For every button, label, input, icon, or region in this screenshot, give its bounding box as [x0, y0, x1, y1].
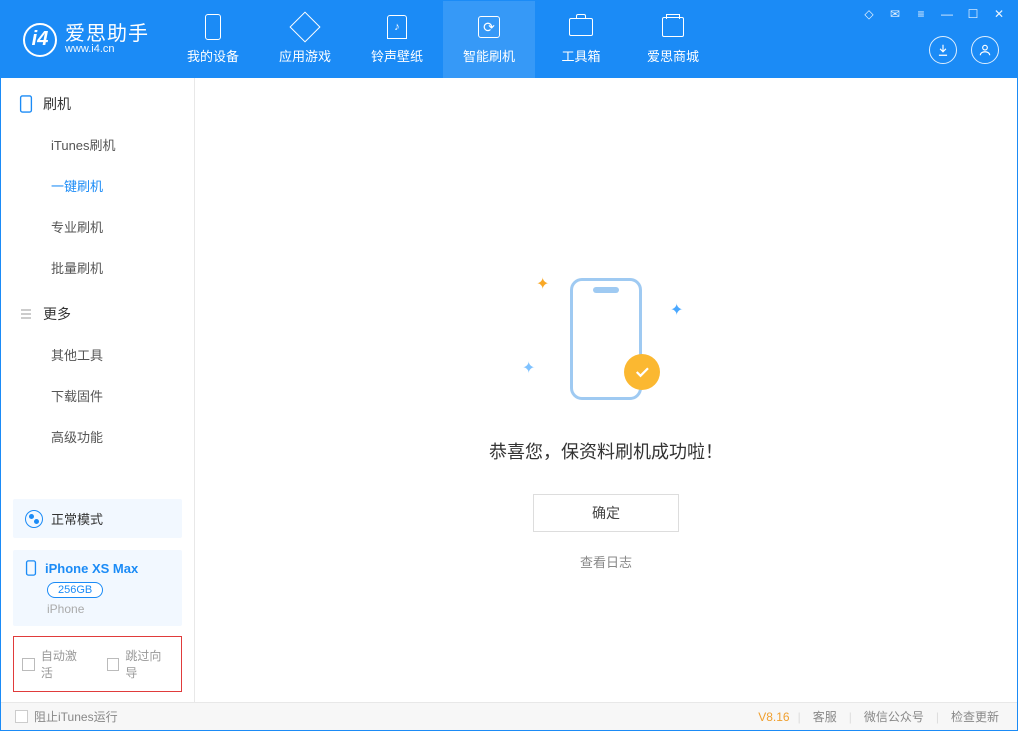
success-message: 恭喜您，保资料刷机成功啦！ [489, 438, 723, 464]
app-header: i4 爱思助手 www.i4.cn 我的设备 应用游戏 铃声壁纸 智能刷机 工具… [1, 1, 1017, 78]
cube-icon [289, 11, 320, 42]
checkbox-auto-activate[interactable]: 自动激活 [22, 647, 89, 681]
device-card[interactable]: iPhone XS Max 256GB iPhone [13, 550, 182, 626]
logo-url: www.i4.cn [65, 44, 149, 55]
sidebar-item-batch-flash[interactable]: 批量刷机 [1, 247, 194, 288]
refresh-icon [478, 16, 500, 38]
sidebar-item-download-firmware[interactable]: 下载固件 [1, 375, 194, 416]
tab-toolbox[interactable]: 工具箱 [535, 1, 627, 78]
window-controls: ◇ ✉ ≡ — ☐ ✕ [861, 7, 1007, 21]
view-log-link[interactable]: 查看日志 [580, 552, 632, 571]
mode-indicator[interactable]: 正常模式 [13, 499, 182, 538]
tab-mall[interactable]: 爱思商城 [627, 1, 719, 78]
phone-icon [205, 14, 221, 40]
sidebar-item-advanced[interactable]: 高级功能 [1, 416, 194, 457]
device-type: iPhone [25, 602, 170, 616]
menu-icon[interactable]: ≡ [913, 7, 929, 21]
maximize-button[interactable]: ☐ [965, 7, 981, 21]
options-row: 自动激活 跳过向导 [13, 636, 182, 692]
device-capacity: 256GB [47, 582, 103, 598]
tab-smart-flash[interactable]: 智能刷机 [443, 1, 535, 78]
check-badge-icon [624, 354, 660, 390]
download-icon[interactable] [929, 36, 957, 64]
version-label: V8.16 [758, 710, 789, 724]
logo-title: 爱思助手 [65, 24, 149, 44]
music-icon [387, 15, 407, 39]
sidebar-item-itunes-flash[interactable]: iTunes刷机 [1, 124, 194, 165]
tab-apps-games[interactable]: 应用游戏 [259, 1, 351, 78]
sidebar-section-more: 更多 [1, 288, 194, 334]
success-illustration: ✦ ✦ ✦ [546, 278, 666, 408]
logo: i4 爱思助手 www.i4.cn [1, 23, 167, 57]
checkbox-skip-guide[interactable]: 跳过向导 [107, 647, 174, 681]
checkbox-block-itunes[interactable]: 阻止iTunes运行 [15, 708, 118, 725]
sidebar-item-oneclick-flash[interactable]: 一键刷机 [1, 165, 194, 206]
sidebar-section-flash: 刷机 [1, 78, 194, 124]
sidebar-item-other-tools[interactable]: 其他工具 [1, 334, 194, 375]
main-panel: ✦ ✦ ✦ 恭喜您，保资料刷机成功啦！ 确定 查看日志 [195, 78, 1017, 702]
ok-button[interactable]: 确定 [533, 494, 679, 532]
status-bar: 阻止iTunes运行 V8.16 | 客服 | 微信公众号 | 检查更新 [1, 702, 1017, 730]
main-tabs: 我的设备 应用游戏 铃声壁纸 智能刷机 工具箱 爱思商城 [167, 1, 719, 78]
link-update[interactable]: 检查更新 [947, 708, 1003, 725]
tab-ringtone-wallpaper[interactable]: 铃声壁纸 [351, 1, 443, 78]
sidebar: 刷机 iTunes刷机 一键刷机 专业刷机 批量刷机 更多 其他工具 下载固件 … [1, 78, 195, 702]
briefcase-icon [569, 18, 593, 36]
logo-icon: i4 [23, 23, 57, 57]
link-wechat[interactable]: 微信公众号 [860, 708, 928, 725]
list-icon [19, 307, 33, 321]
sidebar-item-pro-flash[interactable]: 专业刷机 [1, 206, 194, 247]
feedback-icon[interactable]: ✉ [887, 7, 903, 21]
user-icon[interactable] [971, 36, 999, 64]
device-phone-icon [25, 560, 37, 576]
shop-icon [662, 17, 684, 37]
tab-my-device[interactable]: 我的设备 [167, 1, 259, 78]
mode-icon [25, 510, 43, 528]
phone-outline-icon [19, 95, 33, 113]
shirt-icon[interactable]: ◇ [861, 7, 877, 21]
link-support[interactable]: 客服 [809, 708, 841, 725]
minimize-button[interactable]: — [939, 7, 955, 21]
close-button[interactable]: ✕ [991, 7, 1007, 21]
